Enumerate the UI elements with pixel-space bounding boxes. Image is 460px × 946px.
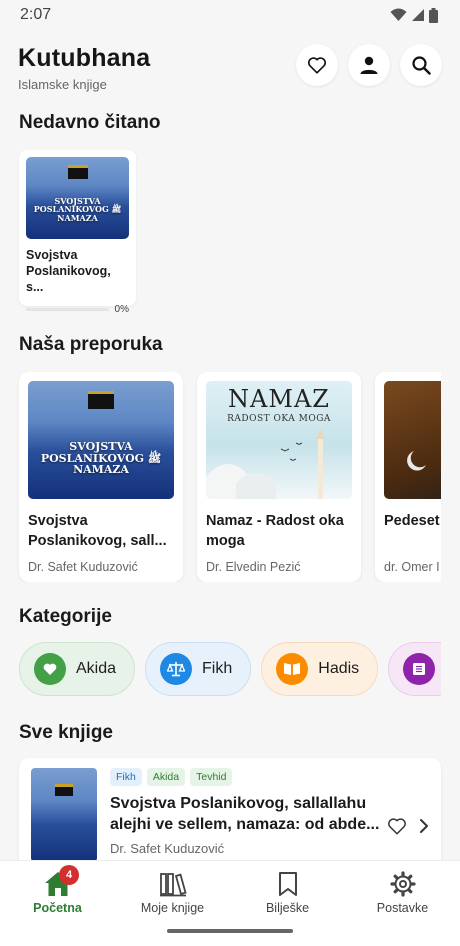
library-icon [159,873,187,897]
notification-badge: 4 [59,865,79,885]
kaaba-illustration [55,784,73,796]
nav-item-biljeske[interactable]: Bilješke [230,861,345,946]
recommended-author: dr. Omer I [384,560,440,574]
heart-icon [34,653,66,685]
progress-label: 0% [114,304,129,315]
recommended-author: Dr. Safet Kuduzović [28,560,138,574]
category-chip-more[interactable] [388,642,441,696]
section-title-recent: Nedavno čitano [19,112,161,133]
nav-label: Početna [33,901,82,915]
mosque-illustration [206,429,325,499]
section-title-categories: Kategorije [19,606,112,627]
progress-track [26,308,109,311]
category-chip-fikh[interactable]: Fikh [145,642,252,696]
recommended-list[interactable]: SVOJSTVA POSLANIKOVOG ﷺ NAMAZA Svojstva … [0,372,441,582]
nav-label: Moje knjige [140,901,205,915]
profile-button[interactable] [348,44,390,86]
app-subtitle: Islamske knjige [18,77,107,92]
nav-item-moje-knjige[interactable]: Moje knjige [115,861,230,946]
category-label: Akida [76,660,117,677]
recommended-author: Dr. Elvedin Pezić [206,560,301,574]
category-label: Fikh [202,660,233,677]
gesture-bar[interactable] [167,929,293,933]
book-cover [384,381,441,499]
category-chip-akida[interactable]: Akida [19,642,136,696]
book-cover: NAMAZ RADOST OKA MOGA [206,381,352,499]
tag-fikh[interactable]: Fikh [110,768,142,786]
chevron-right-icon[interactable] [419,818,429,834]
cover-title: NAMAZ [228,385,330,413]
book-title: Svojstva Poslanikovog, sallallahu alejhi… [110,795,380,833]
header-actions [296,44,442,86]
bottom-nav: 4 Početna Moje knjige Bilješke Postavke [0,860,460,946]
cover-subtitle: RADOST OKA MOGA [227,414,331,424]
status-time: 2:07 [20,6,52,23]
cover-text: SVOJSTVA POSLANIKOVOG ﷺ NAMAZA [40,440,162,477]
cover-text: SVOJSTVA POSLANIKOVOG ﷺ NAMAZA [33,196,122,223]
tag-akida[interactable]: Akida [146,768,186,786]
gear-icon [389,871,416,897]
nav-item-pocetna[interactable]: 4 Početna [0,861,115,946]
book-tags: Fikh Akida Tevhid [110,768,381,786]
app-title: Kutubhana [18,44,151,72]
reading-progress: 0% [26,304,129,315]
recommended-title: Svojstva Poslanikovog, sall... [28,513,167,549]
book-list-item[interactable]: Fikh Akida Tevhid Svojstva Poslanikovog,… [19,758,441,868]
book-author: Dr. Safet Kuduzović [110,841,225,856]
recommended-card[interactable]: Pedeset pravila dr. Omer I [375,372,441,582]
favorites-button[interactable] [296,44,338,86]
book-actions [381,768,429,858]
recommended-card[interactable]: SVOJSTVA POSLANIKOVOG ﷺ NAMAZA Svojstva … [19,372,183,582]
tag-tevhid[interactable]: Tevhid [190,768,233,786]
recommended-card[interactable]: NAMAZ RADOST OKA MOGA Namaz - Radost oka… [197,372,361,582]
favorite-icon[interactable] [387,817,407,835]
book-cover: SVOJSTVA POSLANIKOVOG ﷺ NAMAZA [26,157,129,239]
nav-label: Postavke [376,901,429,915]
person-icon [360,56,378,74]
search-button[interactable] [400,44,442,86]
book-open-icon [276,653,309,685]
signal-icon [412,9,424,21]
bookmark-icon [278,872,297,896]
book-info: Fikh Akida Tevhid Svojstva Poslanikovog,… [97,768,381,858]
app-header: Kutubhana Islamske knjige [0,30,460,106]
section-title-recommended: Naša preporuka [19,334,163,355]
status-bar: 2:07 [0,0,460,30]
crescent-illustration [407,451,426,471]
status-icons [390,7,438,23]
kaaba-illustration [68,165,88,179]
recommended-title: Pedeset pravila [384,513,441,529]
section-title-all-books: Sve knjige [19,722,113,743]
nav-item-postavke[interactable]: Postavke [345,861,460,946]
book-cover [31,768,97,862]
book-cover: SVOJSTVA POSLANIKOVOG ﷺ NAMAZA [28,381,174,499]
category-chip-hadis[interactable]: Hadis [261,642,379,696]
title-block: Kutubhana Islamske knjige [18,44,150,92]
book-icon [403,653,436,685]
heart-outline-icon [308,57,326,74]
recent-book-card[interactable]: SVOJSTVA POSLANIKOVOG ﷺ NAMAZA Svojstva … [19,150,136,315]
battery-icon [429,7,438,23]
nav-label: Bilješke [265,901,310,915]
search-icon [412,56,431,75]
category-label: Hadis [318,660,360,677]
scales-icon [160,653,193,685]
recent-book-title: Svojstva Poslanikovog, s... [26,248,111,294]
category-list[interactable]: Akida Fikh Hadis [0,642,441,696]
kaaba-illustration [88,391,114,409]
recommended-title: Namaz - Radost oka moga [206,513,344,549]
wifi-icon [390,8,407,21]
